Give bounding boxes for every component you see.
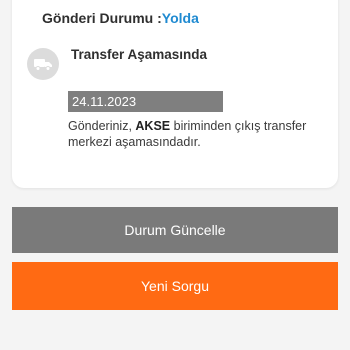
description-prefix: Gönderiniz, — [68, 119, 136, 133]
new-query-button[interactable]: Yeni Sorgu — [12, 262, 338, 310]
status-label: Gönderi Durumu : — [42, 10, 162, 26]
update-status-button[interactable]: Durum Güncelle — [12, 207, 338, 253]
shipment-status-title: Gönderi Durumu :Yolda — [42, 10, 199, 26]
status-value: Yolda — [161, 10, 199, 26]
stage-date: 24.11.2023 — [68, 91, 223, 112]
branch-name: AKSE — [135, 119, 171, 133]
stage-description: Gönderiniz, AKSE biriminden çıkış transf… — [68, 118, 323, 150]
stage-title: Transfer Aşamasında — [71, 47, 208, 62]
truck-icon — [27, 48, 59, 80]
